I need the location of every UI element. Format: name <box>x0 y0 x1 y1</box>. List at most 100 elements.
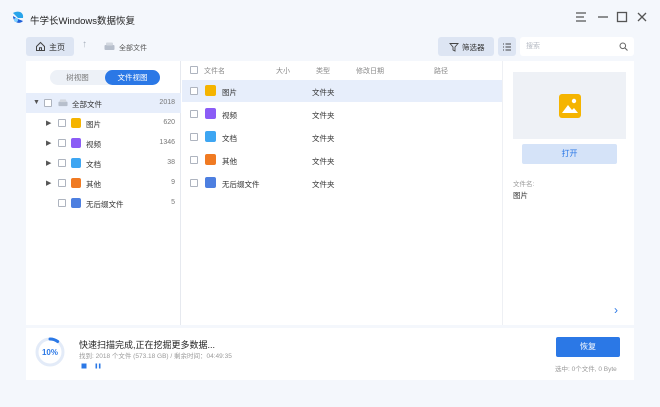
tree-item-label: 文档 <box>86 160 101 169</box>
file-name: 无后缀文件 <box>222 180 260 189</box>
tree-checkbox[interactable] <box>58 199 66 207</box>
caret-right-icon[interactable]: ▶ <box>46 139 51 147</box>
search-icon[interactable] <box>619 42 628 51</box>
tree-item-label: 全部文件 <box>72 100 102 109</box>
home-button[interactable]: 主页 <box>26 37 74 56</box>
up-arrow-icon[interactable]: ↑ <box>82 39 87 50</box>
app-window: 牛学长Windows数据恢复 主页 ↑ 全部文件 筛选器 搜索 树视图 文件视图… <box>0 0 660 407</box>
open-button[interactable]: 打开 <box>522 144 617 164</box>
tree-item-count: 2018 <box>159 99 175 106</box>
recover-button[interactable]: 恢复 <box>556 337 620 357</box>
file-row[interactable]: 视频 文件夹 <box>182 103 502 125</box>
column-header-type[interactable]: 类型 <box>316 66 330 76</box>
title-bar: 牛学长Windows数据恢复 <box>0 0 660 36</box>
file-name: 图片 <box>222 88 237 97</box>
file-type: 文件夹 <box>312 180 335 189</box>
tab-file-view[interactable]: 文件视图 <box>105 70 160 85</box>
file-row[interactable]: 其他 文件夹 <box>182 149 502 171</box>
filter-button[interactable]: 筛选器 <box>438 37 494 56</box>
filter-icon <box>449 43 459 52</box>
image-icon <box>205 85 216 96</box>
tree-item-all-files[interactable]: ▼ 全部文件 2018 <box>26 93 181 113</box>
caret-down-icon[interactable]: ▼ <box>33 99 40 106</box>
tree-item-documents[interactable]: ▶ 文档 38 <box>26 153 181 173</box>
column-header-path[interactable]: 路径 <box>434 66 448 76</box>
view-tabs: 树视图 文件视图 <box>50 70 160 85</box>
tree-item-other[interactable]: ▶ 其他 9 <box>26 173 181 193</box>
row-checkbox[interactable] <box>190 110 198 118</box>
toolbar: 主页 ↑ 全部文件 筛选器 <box>26 37 634 57</box>
tree-item-label: 无后缀文件 <box>86 200 124 209</box>
other-icon <box>205 154 216 165</box>
video-icon <box>71 138 81 148</box>
minimize-icon[interactable] <box>596 10 610 24</box>
tree-item-count: 5 <box>171 199 175 206</box>
row-checkbox[interactable] <box>190 87 198 95</box>
document-icon <box>205 131 216 142</box>
file-type: 文件夹 <box>312 88 335 97</box>
preview-panel: 打开 文件名: 图片 › <box>502 61 634 325</box>
tree-item-images[interactable]: ▶ 图片 620 <box>26 113 181 133</box>
row-checkbox[interactable] <box>190 133 198 141</box>
file-name: 视频 <box>222 111 237 120</box>
progress-percent: 10% <box>41 348 58 357</box>
pause-icon[interactable] <box>93 361 103 371</box>
tree-item-videos[interactable]: ▶ 视频 1346 <box>26 133 181 153</box>
menu-icon[interactable] <box>574 10 588 24</box>
drive-icon <box>58 99 68 107</box>
selected-info: 选中: 0个文件, 0 Byte <box>555 366 617 373</box>
column-header-modified[interactable]: 修改日期 <box>356 66 384 76</box>
file-row[interactable]: 图片 文件夹 <box>182 80 502 102</box>
file-type: 文件夹 <box>312 111 335 120</box>
stop-icon[interactable] <box>79 361 89 371</box>
tree-checkbox[interactable] <box>58 179 66 187</box>
home-label: 主页 <box>49 43 65 52</box>
file-row[interactable]: 文档 文件夹 <box>182 126 502 148</box>
file-row[interactable]: 无后缀文件 文件夹 <box>182 172 502 194</box>
other-icon <box>71 178 81 188</box>
app-title: 牛学长Windows数据恢复 <box>30 16 136 27</box>
tree-checkbox[interactable] <box>58 119 66 127</box>
filter-label: 筛选器 <box>462 43 485 52</box>
document-icon <box>71 158 81 168</box>
search-box[interactable] <box>520 37 634 56</box>
chevron-right-icon[interactable]: › <box>609 301 623 319</box>
tree-item-no-extension[interactable]: 无后缀文件 5 <box>26 193 181 213</box>
close-icon[interactable] <box>635 10 649 24</box>
row-checkbox[interactable] <box>190 156 198 164</box>
filename-label: 文件名: <box>513 181 535 188</box>
scan-status-bar: 10% 快速扫描完成,正在挖掘更多数据... 找到: 2018 个文件 (573… <box>26 328 634 380</box>
tree-checkbox[interactable] <box>58 139 66 147</box>
drive-icon <box>104 42 115 50</box>
maximize-icon[interactable] <box>615 10 629 24</box>
column-header-size[interactable]: 大小 <box>276 66 290 76</box>
list-view-button[interactable] <box>498 37 516 56</box>
select-all-checkbox[interactable] <box>190 66 198 74</box>
caret-right-icon[interactable]: ▶ <box>46 179 51 187</box>
tree-item-label: 图片 <box>86 120 101 129</box>
tree-item-count: 9 <box>171 179 175 186</box>
tree-checkbox[interactable] <box>58 159 66 167</box>
tab-tree-view[interactable]: 树视图 <box>50 70 105 85</box>
file-name: 其他 <box>222 157 237 166</box>
search-input[interactable] <box>526 40 612 53</box>
row-checkbox[interactable] <box>190 179 198 187</box>
caret-right-icon[interactable]: ▶ <box>46 159 51 167</box>
scan-found-summary: 找到: 2018 个文件 (573.18 GB) / 剩余时间：04:49:35 <box>79 353 232 360</box>
caret-right-icon[interactable]: ▶ <box>46 119 51 127</box>
breadcrumb[interactable]: 全部文件 <box>119 43 147 53</box>
home-icon <box>36 41 45 51</box>
tree-checkbox[interactable] <box>44 99 52 107</box>
tree-item-count: 1346 <box>159 139 175 146</box>
app-logo-icon <box>13 11 24 23</box>
unknown-file-icon <box>205 177 216 188</box>
file-type: 文件夹 <box>312 134 335 143</box>
image-icon <box>71 118 81 128</box>
unknown-file-icon <box>71 198 81 208</box>
column-header-name[interactable]: 文件名 <box>204 66 225 76</box>
tree-item-label: 视频 <box>86 140 101 149</box>
file-name: 文档 <box>222 134 237 143</box>
file-type: 文件夹 <box>312 157 335 166</box>
list-view-icon <box>503 43 511 51</box>
preview-area <box>513 72 626 139</box>
